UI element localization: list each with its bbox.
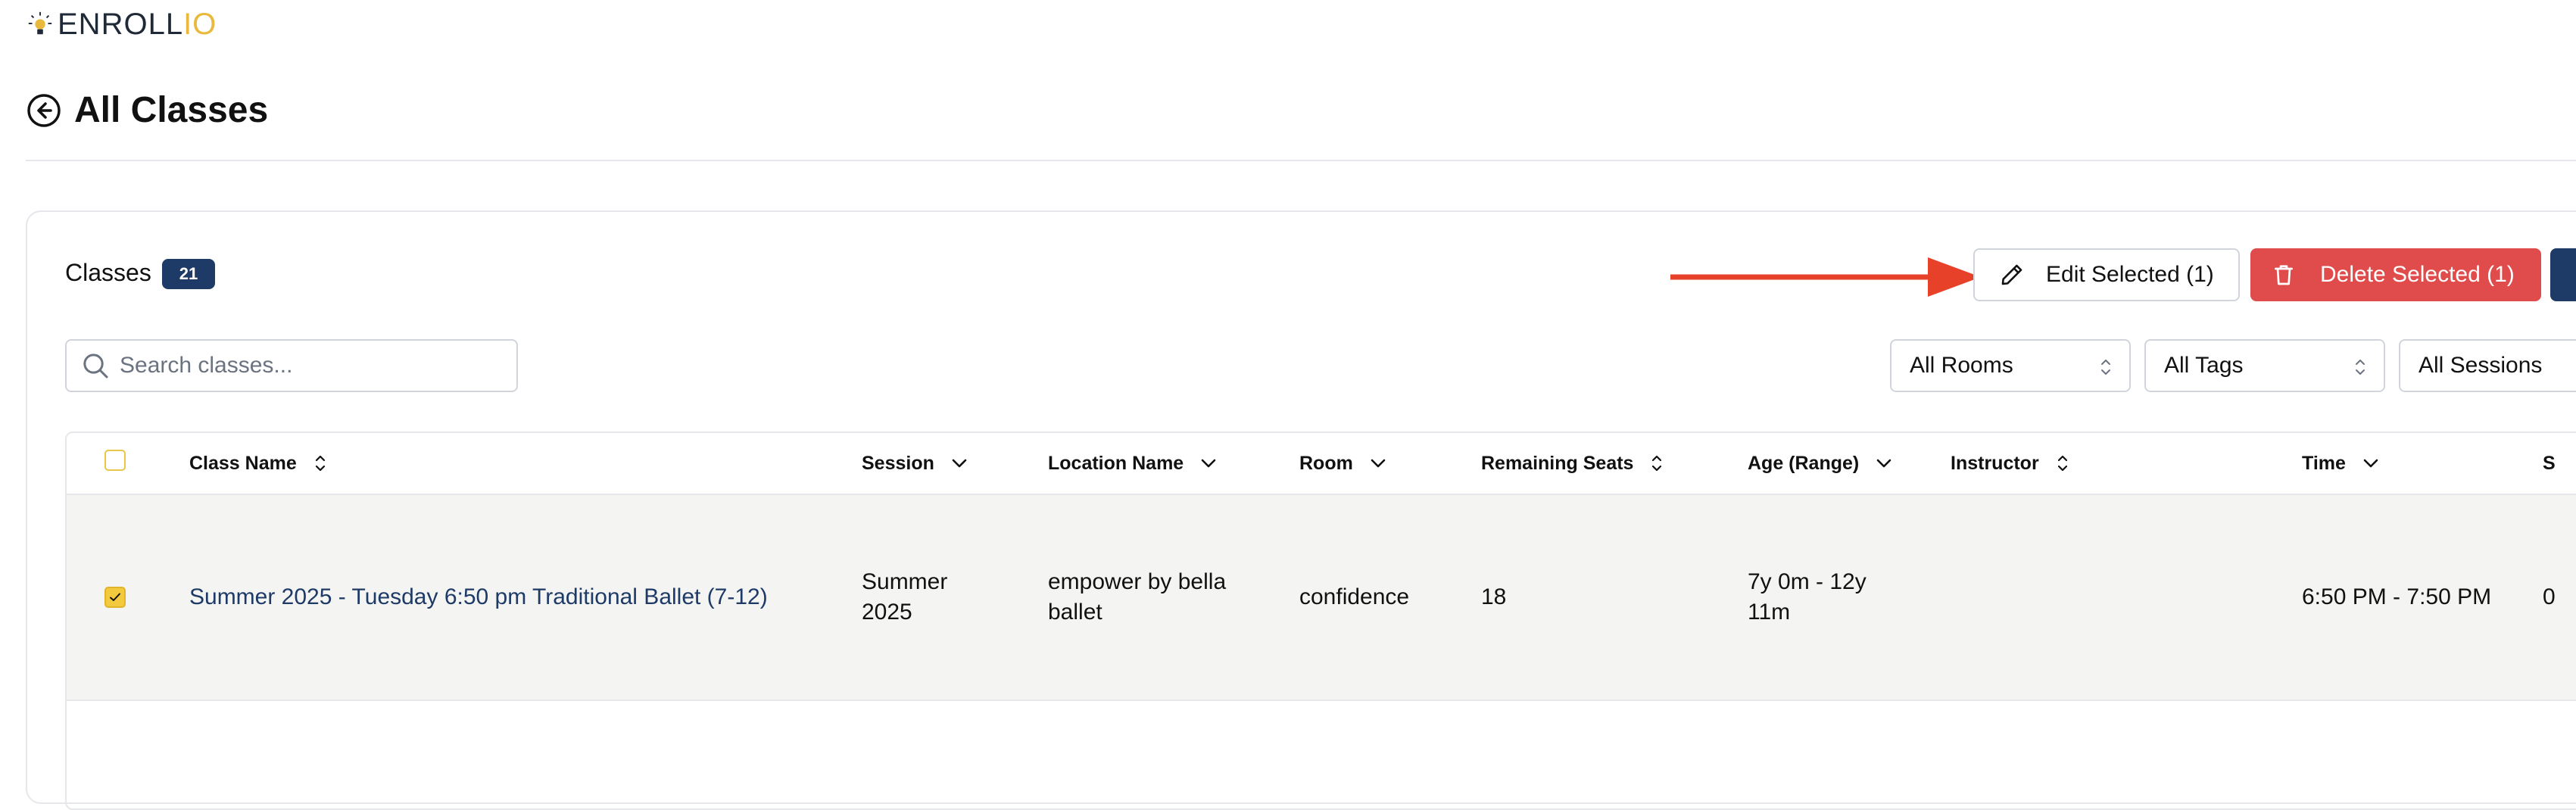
select-all-checkbox[interactable]: [104, 450, 126, 471]
room-cell: confidence: [1299, 584, 1410, 609]
back-arrow-icon[interactable]: [26, 92, 62, 129]
header-label: Session: [862, 452, 934, 474]
location-line: ballet: [1048, 600, 1102, 625]
checkmark-icon: [110, 593, 120, 601]
count-badge: 21: [162, 259, 215, 289]
header-age-range: Age (Range): [1748, 433, 1892, 494]
header-divider: [26, 160, 2576, 161]
table-row[interactable]: Summer 2025 - Tuesday 6:50 pm Traditiona…: [67, 495, 2576, 701]
chevron-down-icon[interactable]: [1370, 457, 1386, 469]
session-cell: Summer 2025: [862, 567, 947, 628]
header-next-column: S: [2543, 433, 2556, 494]
header-room: Room: [1299, 433, 1386, 494]
session-line: Summer: [862, 569, 948, 594]
search-icon: [83, 354, 108, 379]
page-title: All Classes: [74, 90, 269, 130]
logo-text: ENROLLIO: [58, 7, 217, 41]
session-line: 2025: [862, 600, 912, 625]
page-header: All Classes: [26, 89, 268, 131]
chevron-down-icon[interactable]: [1200, 457, 1217, 469]
tags-filter-label: All Tags: [2164, 353, 2244, 378]
header-label: Class Name: [189, 452, 297, 474]
delete-selected-label: Delete Selected (1): [2320, 262, 2515, 287]
annotation-arrow: [1670, 257, 1981, 297]
edit-selected-button[interactable]: Edit Selected (1): [1973, 248, 2240, 301]
chevron-down-icon[interactable]: [2362, 457, 2379, 469]
header-label: Room: [1299, 452, 1353, 474]
search-input[interactable]: [118, 352, 500, 379]
time-cell: 6:50 PM - 7:50 PM: [2302, 584, 2492, 609]
header-class-name: Class Name: [189, 433, 329, 494]
chevron-up-down-icon: [2101, 360, 2110, 375]
header-label: Instructor: [1951, 452, 2039, 474]
header-label: Age (Range): [1748, 452, 1860, 474]
delete-selected-button[interactable]: Delete Selected (1): [2250, 248, 2541, 301]
chevron-up-down-icon: [2356, 360, 2365, 375]
search-box: [65, 339, 518, 392]
header-location: Location Name: [1048, 433, 1217, 494]
sort-icon[interactable]: [312, 453, 329, 474]
location-cell: empower by bella ballet: [1048, 567, 1226, 628]
chevron-down-icon[interactable]: [951, 457, 968, 469]
class-name-link[interactable]: Summer 2025 - Tuesday 6:50 pm Traditiona…: [189, 582, 768, 612]
chevron-down-icon[interactable]: [1876, 457, 1892, 469]
header-label: Time: [2302, 452, 2346, 474]
age-line: 7y 0m - 12y: [1748, 569, 1867, 594]
row-checkbox[interactable]: [104, 587, 126, 608]
classes-table: Class Name Session Location Name Room Re…: [65, 431, 2576, 810]
pencil-icon: [2001, 264, 2022, 285]
header-remaining-seats: Remaining Seats: [1481, 433, 1665, 494]
remaining-seats-cell: 18: [1481, 584, 1507, 609]
header-label: S: [2543, 452, 2556, 474]
rooms-filter-label: All Rooms: [1910, 353, 2013, 378]
classes-card: Classes 21 Edit Selected (1) Delete Sele…: [26, 210, 2576, 810]
add-class-button[interactable]: [2550, 248, 2576, 301]
sort-icon[interactable]: [1648, 453, 1665, 474]
location-line: empower by bella: [1048, 569, 1227, 594]
lightbulb-icon: [28, 11, 52, 35]
header-session: Session: [862, 433, 968, 494]
edit-selected-label: Edit Selected (1): [2046, 262, 2214, 287]
sessions-filter-label: All Sessions: [2419, 353, 2543, 378]
trash-icon: [2275, 265, 2293, 285]
header-label: Remaining Seats: [1481, 452, 1634, 474]
logo: ENROLLIO: [26, 8, 217, 41]
sort-icon[interactable]: [2054, 453, 2071, 474]
sessions-filter-select[interactable]: All Sessions: [2399, 339, 2576, 392]
table-header: Class Name Session Location Name Room Re…: [67, 433, 2576, 495]
next-column-cell: 0: [2543, 584, 2556, 609]
age-range-cell: 7y 0m - 12y 11m: [1748, 567, 1867, 628]
header-instructor: Instructor: [1951, 433, 2071, 494]
header-time: Time: [2302, 433, 2379, 494]
rooms-filter-select[interactable]: All Rooms: [1890, 339, 2131, 392]
age-line: 11m: [1748, 600, 1791, 625]
classes-label: Classes: [65, 259, 151, 286]
header-label: Location Name: [1048, 452, 1184, 474]
tags-filter-select[interactable]: All Tags: [2144, 339, 2385, 392]
